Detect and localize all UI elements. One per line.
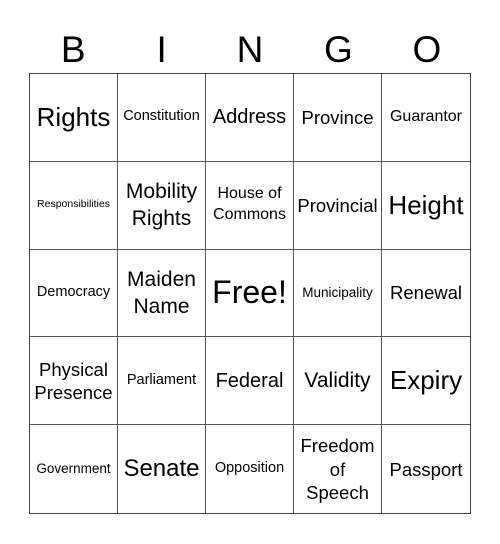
bingo-cell[interactable]: Federal bbox=[206, 337, 294, 426]
bingo-cell[interactable]: Responsibilities bbox=[30, 161, 118, 250]
bingo-cell[interactable]: Height bbox=[382, 162, 470, 250]
header-letter-b: B bbox=[60, 29, 86, 70]
bingo-cell[interactable]: Rights bbox=[30, 74, 118, 162]
bingo-cell[interactable]: Renewal bbox=[382, 250, 470, 338]
bingo-cell[interactable]: Passport bbox=[382, 425, 470, 513]
bingo-cell[interactable]: Senate bbox=[118, 425, 206, 513]
bingo-header: B I N G O bbox=[29, 28, 471, 72]
header-letter-g: G bbox=[324, 29, 353, 70]
bingo-cell[interactable]: House of Commons bbox=[206, 161, 294, 250]
bingo-cell[interactable]: Address bbox=[206, 74, 294, 162]
free-space-cell[interactable]: Free! bbox=[206, 249, 294, 338]
header-letter-i: I bbox=[156, 29, 167, 70]
bingo-cell[interactable]: Province bbox=[294, 74, 382, 162]
bingo-cell[interactable]: Provincial bbox=[294, 161, 382, 250]
bingo-cell[interactable]: Maiden Name bbox=[118, 249, 206, 338]
bingo-cell[interactable]: Parliament bbox=[118, 337, 206, 426]
bingo-cell[interactable]: Validity bbox=[294, 337, 382, 426]
header-letter-n: N bbox=[236, 29, 264, 70]
bingo-cell[interactable]: Democracy bbox=[30, 249, 118, 338]
header-letter-o: O bbox=[412, 29, 442, 70]
bingo-grid: Rights Constitution Address Province Gua… bbox=[29, 73, 471, 514]
bingo-cell[interactable]: Physical Presence bbox=[30, 337, 118, 426]
bingo-cell[interactable]: Constitution bbox=[118, 74, 206, 162]
bingo-cell[interactable]: Opposition bbox=[206, 425, 294, 513]
bingo-cell[interactable]: Government bbox=[30, 425, 118, 513]
bingo-cell[interactable]: Freedom of Speech bbox=[294, 425, 382, 513]
bingo-cell[interactable]: Expiry bbox=[382, 337, 470, 426]
bingo-cell[interactable]: Mobility Rights bbox=[118, 161, 206, 250]
bingo-cell[interactable]: Municipality bbox=[294, 249, 382, 338]
bingo-cell[interactable]: Guarantor bbox=[382, 74, 470, 162]
